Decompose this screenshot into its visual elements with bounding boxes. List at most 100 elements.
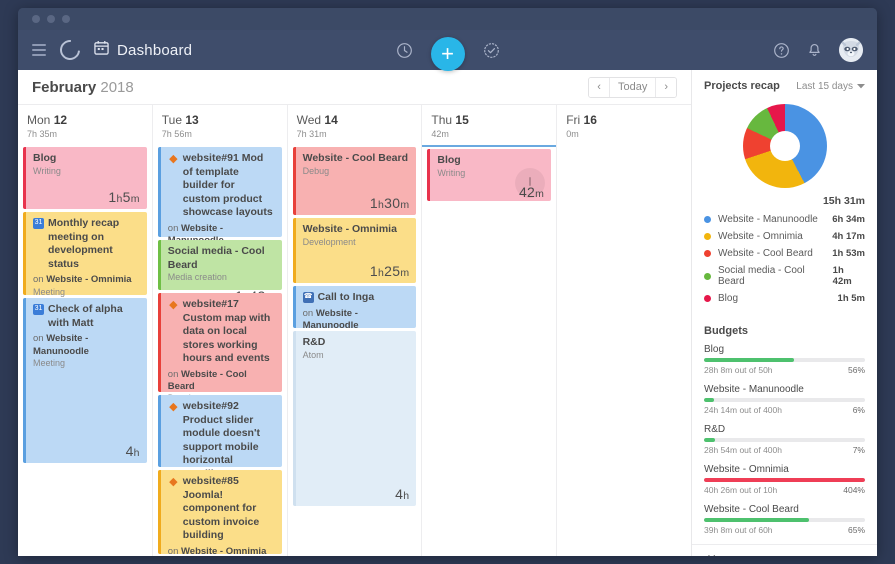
date-range-select[interactable]: Last 15 days bbox=[796, 81, 865, 92]
calendar-header: February 2018 ‹ Today › bbox=[18, 70, 691, 106]
entry-title-row: ◆ website#85 Joomla! component for custom… bbox=[168, 475, 275, 542]
legend-row[interactable]: Social media - Cool Beard 1h 42m bbox=[704, 262, 865, 290]
budget-percent: 6% bbox=[852, 405, 865, 415]
budget-item[interactable]: Website - Manunoodle 24h 14m out of 400h 6… bbox=[704, 384, 865, 415]
legend-row[interactable]: Website - Omnimia 4h 17m bbox=[704, 228, 865, 245]
entry-title-row: ◆ website#17 Custom map with data on loca… bbox=[168, 298, 275, 365]
window-close-dot[interactable] bbox=[32, 15, 40, 23]
time-entry[interactable]: Social media - Cool BeardMedia creation1… bbox=[157, 240, 282, 304]
projects-donut-chart bbox=[692, 98, 877, 190]
entry-title-row: Website - Cool Beard bbox=[303, 152, 410, 165]
legend-row[interactable]: Blog 1h 5m bbox=[704, 290, 865, 307]
donut-graphic bbox=[742, 104, 827, 188]
entry-duration: 1h30m bbox=[369, 195, 410, 212]
phone-icon: ☎ bbox=[302, 292, 314, 304]
entry-title-row: Blog bbox=[437, 154, 544, 167]
day-entries: Blog Writing 1h5m 31 Monthly recap meeting o… bbox=[18, 145, 152, 556]
budget-item[interactable]: Website - Omnimia 40h 26m out of 10h 404% bbox=[704, 464, 865, 495]
time-entry[interactable]: Blog Writing 42m bbox=[427, 149, 552, 202]
page-title: Dashboard bbox=[94, 40, 192, 60]
legend-row[interactable]: Website - Cool Beard 1h 53m bbox=[704, 245, 865, 262]
time-entry[interactable]: ◆ website#92 Product slider module doesn'… bbox=[157, 395, 282, 540]
entry-title: website#85 Joomla! component for custom … bbox=[182, 475, 260, 542]
entry-title-row: Social media - Cool Beard bbox=[168, 245, 275, 272]
clock-icon[interactable] bbox=[396, 42, 413, 59]
day-total: 42m bbox=[431, 129, 449, 140]
calendar-month: February bbox=[32, 78, 97, 96]
entry-title-row: Website - Omnimia bbox=[303, 223, 410, 236]
legend-swatch bbox=[704, 272, 711, 280]
firefox-icon: ◆ bbox=[169, 400, 178, 413]
time-entry[interactable]: ◆ website#91 Mod of template builder for … bbox=[157, 147, 282, 279]
entry-category: Meeting bbox=[33, 358, 66, 368]
entry-category: Development bbox=[302, 236, 356, 247]
budget-used: 40h 26m out of 10h bbox=[704, 485, 778, 495]
budget-percent: 65% bbox=[847, 525, 865, 535]
hamburger-icon[interactable] bbox=[32, 44, 46, 56]
day-column-mon: Mon 12 7h 35m Blog Writing 1h5m 31 Monthly rec… bbox=[18, 105, 153, 556]
right-toolbar bbox=[773, 38, 863, 62]
legend-swatch bbox=[704, 250, 711, 257]
entry-title: website#17 Custom map with data on local… bbox=[182, 298, 271, 365]
budgets-section: Budgets Blog 28h 8m out of 50h 56% Website … bbox=[692, 317, 877, 544]
legend-value: 1h 5m bbox=[837, 293, 865, 304]
prev-week-button[interactable]: ‹ bbox=[589, 77, 609, 97]
day-header: Mon 12 7h 35m bbox=[18, 105, 152, 145]
calendar-icon bbox=[94, 40, 109, 60]
next-week-button[interactable]: › bbox=[656, 77, 676, 97]
day-column-wed: Wed 14 7h 31m Website - Cool Beard Debug 1h3… bbox=[288, 105, 423, 556]
calendar-days: Mon 12 7h 35m Blog Writing 1h5m 31 Monthly rec… bbox=[18, 105, 691, 556]
calendar-icon: 31 bbox=[33, 304, 44, 316]
time-entry[interactable]: Website - Omnimia Development 1h25m bbox=[292, 218, 417, 284]
entry-title: Blog bbox=[437, 154, 461, 167]
budget-progress-bar bbox=[704, 478, 865, 482]
day-entries: Website - Cool Beard Debug 1h30m Website - … bbox=[288, 145, 422, 556]
legend-swatch bbox=[704, 233, 711, 240]
projects-legend: Website - Manunoodle 6h 34m Website - Omni… bbox=[692, 211, 877, 307]
time-entry[interactable]: ☎Call to Inga on Website - Manunoodle Call… bbox=[292, 286, 417, 364]
time-entry[interactable]: R&D Atom 4h bbox=[292, 331, 417, 507]
time-entry[interactable]: ◆ website#85 Joomla! component for custom… bbox=[157, 470, 282, 556]
budget-item[interactable]: Website - Cool Beard 39h 8m out of 60h 65% bbox=[704, 504, 865, 535]
today-button[interactable]: Today bbox=[608, 77, 657, 97]
budget-used: 24h 14m out of 400h bbox=[704, 405, 782, 415]
window-maximize-dot[interactable] bbox=[62, 15, 70, 23]
legend-label: Website - Manunoodle bbox=[718, 214, 818, 225]
entry-title: Website - Omnimia bbox=[302, 223, 397, 236]
entry-category: Writing bbox=[33, 165, 61, 176]
raccoon-avatar[interactable] bbox=[839, 38, 863, 62]
legend-swatch bbox=[704, 295, 711, 302]
budget-item[interactable]: Blog 28h 8m out of 50h 56% bbox=[704, 344, 865, 375]
day-header: Wed 14 7h 31m bbox=[288, 105, 422, 145]
day-label: Mon 12 bbox=[27, 113, 68, 128]
center-toolbar: + bbox=[396, 30, 500, 71]
entry-title: Social media - Cool Beard bbox=[167, 245, 265, 271]
legend-value: 1h 42m bbox=[832, 265, 852, 287]
time-entry[interactable]: Website - Cool Beard Debug 1h30m bbox=[292, 147, 417, 216]
legend-swatch bbox=[704, 216, 711, 223]
budget-percent: 7% bbox=[852, 445, 865, 455]
day-label: Tue 13 bbox=[161, 113, 199, 128]
legend-label: Social media - Cool Beard bbox=[718, 265, 805, 287]
day-header: Fri 16 0m bbox=[557, 105, 691, 145]
budget-item[interactable]: R&D 28h 54m out of 400h 7% bbox=[704, 424, 865, 455]
help-circle-icon[interactable] bbox=[773, 42, 790, 59]
budget-name: Website - Omnimia bbox=[704, 464, 789, 475]
add-button[interactable]: + bbox=[430, 37, 465, 71]
bell-icon[interactable] bbox=[806, 42, 823, 59]
time-entry[interactable]: Blog Writing 1h5m bbox=[23, 147, 147, 210]
window-minimize-dot[interactable] bbox=[47, 15, 55, 23]
entry-title: Call to Inga bbox=[317, 291, 375, 304]
time-entry[interactable]: ◆ website#17 Custom map with data on loca… bbox=[157, 293, 282, 425]
budget-percent: 404% bbox=[843, 485, 865, 495]
legend-label: Blog bbox=[718, 293, 739, 304]
day-header: Tue 13 7h 56m bbox=[153, 105, 287, 145]
legend-row[interactable]: Website - Manunoodle 6h 34m bbox=[704, 211, 865, 228]
calendar-panel: February 2018 ‹ Today › Mon 12 7h 35m Blog… bbox=[18, 70, 691, 556]
time-entry[interactable]: 31 Check of alpha with Matt on Website - M… bbox=[23, 298, 147, 464]
check-badge-icon[interactable] bbox=[483, 42, 500, 59]
entry-title-row: ◆ website#91 Mod of template builder for … bbox=[168, 152, 275, 219]
budget-progress-bar bbox=[704, 518, 865, 522]
calendar-year: 2018 bbox=[100, 78, 134, 96]
time-entry[interactable]: 31 Monthly recap meeting on development s… bbox=[23, 212, 147, 318]
